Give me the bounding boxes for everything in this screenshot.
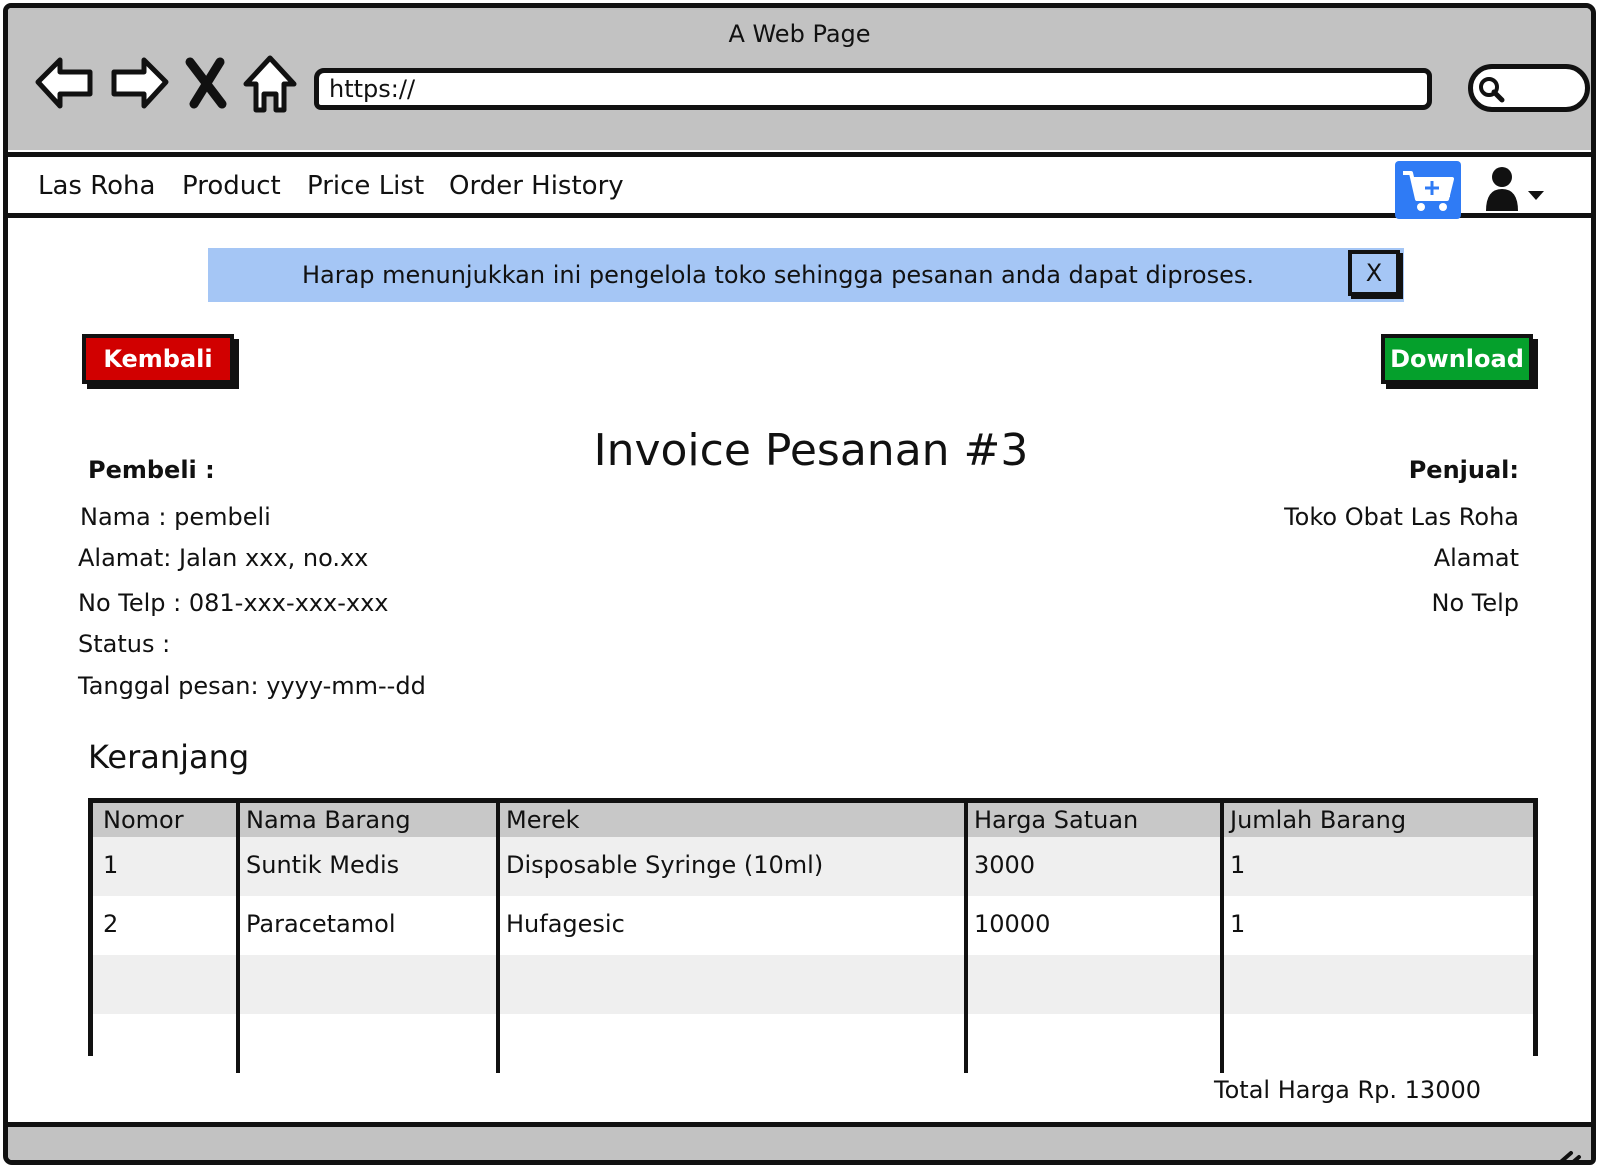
table-cell: 1 xyxy=(103,851,119,879)
table-cell xyxy=(964,955,1222,1014)
table-cell xyxy=(496,955,966,1014)
table-row: 2 Paracetamol Hufagesic 10000 1 xyxy=(93,896,1533,955)
cart-button[interactable] xyxy=(1395,161,1461,219)
alert-close-button[interactable]: X xyxy=(1348,250,1400,296)
column-header-nama-barang: Nama Barang xyxy=(236,803,498,837)
table-cell xyxy=(964,1014,1222,1073)
buyer-phone: No Telp : 081-xxx-xxx-xxx xyxy=(78,589,389,617)
table-cell: 3000 xyxy=(964,837,1222,896)
column-header-merek: Merek xyxy=(496,803,966,837)
table-cell xyxy=(1220,1014,1533,1073)
resize-grip-icon[interactable] xyxy=(1549,1145,1583,1165)
nav-brand-las-roha[interactable]: Las Roha xyxy=(38,169,155,203)
column-header-harga-satuan: Harga Satuan xyxy=(964,803,1222,837)
table-row xyxy=(93,955,1533,1014)
caret-down-icon xyxy=(1528,191,1544,200)
seller-address: Alamat xyxy=(1433,544,1519,572)
buyer-address: Alamat: Jalan xxx, no.xx xyxy=(78,544,369,572)
user-menu-button[interactable] xyxy=(1484,163,1564,215)
app-navbar: Las Roha Product Price List Order Histor… xyxy=(8,152,1591,219)
buyer-heading: Pembeli : xyxy=(88,456,215,484)
table-row xyxy=(93,1014,1533,1073)
invoice-title: Invoice Pesanan #3 xyxy=(593,425,1029,476)
table-cell: 1 xyxy=(1220,837,1533,896)
window-title: A Web Page xyxy=(728,20,871,48)
table-cell xyxy=(1220,955,1533,1014)
table-cell: 1 xyxy=(1220,896,1533,955)
back-button[interactable]: Kembali xyxy=(82,334,234,384)
browser-window: A Web Page https:// Las Roha Product Pri… xyxy=(3,3,1596,1165)
column-header-nomor: Nomor xyxy=(103,806,184,834)
column-header-jumlah-barang: Jumlah Barang xyxy=(1220,803,1533,837)
table-cell: Hufagesic xyxy=(496,896,966,955)
browser-chrome: A Web Page https:// xyxy=(8,8,1591,150)
table-cell xyxy=(93,955,238,1014)
alert-message: Harap menunjukkan ini pengelola toko seh… xyxy=(301,261,1255,289)
table-header-row: Nomor Nama Barang Merek Harga Satuan Jum… xyxy=(93,803,1533,837)
table-cell xyxy=(236,1014,498,1073)
info-alert: Harap menunjukkan ini pengelola toko seh… xyxy=(208,248,1404,302)
stop-icon[interactable] xyxy=(178,52,234,116)
search-icon xyxy=(1479,77,1505,103)
nav-item-order-history[interactable]: Order History xyxy=(449,169,624,203)
download-button[interactable]: Download xyxy=(1381,334,1533,384)
seller-name: Toko Obat Las Roha xyxy=(1284,503,1519,531)
cart-section-title: Keranjang xyxy=(88,738,250,776)
table-cell: 10000 xyxy=(964,896,1222,955)
browser-search-field[interactable] xyxy=(1468,64,1590,112)
table-cell xyxy=(236,955,498,1014)
back-arrow-icon[interactable] xyxy=(34,52,98,116)
table-cell xyxy=(93,1014,238,1073)
cart-table: Nomor Nama Barang Merek Harga Satuan Jum… xyxy=(88,798,1538,1073)
home-icon[interactable] xyxy=(238,52,302,116)
seller-heading: Penjual: xyxy=(1408,456,1519,484)
cart-add-icon xyxy=(1403,171,1454,211)
table-cell: 2 xyxy=(103,910,119,938)
buyer-status: Status : xyxy=(78,630,171,658)
user-icon xyxy=(1486,167,1518,211)
nav-item-product[interactable]: Product xyxy=(182,169,281,203)
nav-item-price-list[interactable]: Price List xyxy=(307,169,424,203)
total-price: Total Harga Rp. 13000 xyxy=(1214,1076,1481,1104)
url-bar[interactable]: https:// xyxy=(314,68,1432,110)
table-row: 1 Suntik Medis Disposable Syringe (10ml)… xyxy=(93,837,1533,896)
seller-phone: No Telp xyxy=(1431,589,1519,617)
forward-arrow-icon[interactable] xyxy=(106,52,170,116)
table-cell: Paracetamol xyxy=(236,896,498,955)
table-cell: Suntik Medis xyxy=(236,837,498,896)
buyer-name: Nama : pembeli xyxy=(80,503,271,531)
buyer-order-date: Tanggal pesan: yyyy-mm--dd xyxy=(78,672,426,700)
table-cell xyxy=(496,1014,966,1073)
browser-status-bar xyxy=(8,1122,1591,1165)
table-cell: Disposable Syringe (10ml) xyxy=(496,837,966,896)
